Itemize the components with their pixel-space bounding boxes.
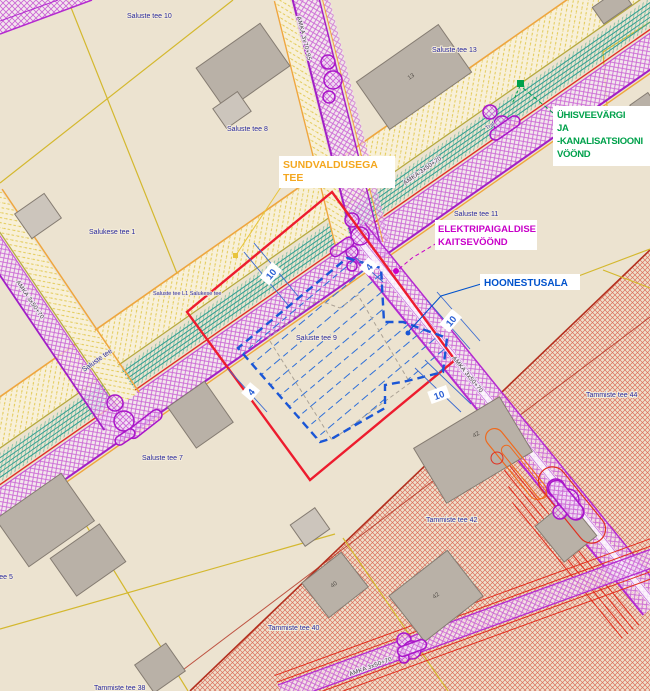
callout-line: -KANALISATSIOONI xyxy=(557,136,643,147)
callout-hoonestusala: HOONESTUSALA xyxy=(480,274,580,290)
parcel-label: Saluste tee 8 xyxy=(227,126,268,133)
callout-uvk-voond: ÜHISVEEVÄRGI JA -KANALISATSIOONI VÖÖND xyxy=(553,106,650,166)
parcel-label: Saluste tee 5 xyxy=(0,574,13,581)
callout-sundvaldusega-tee: SUNDVALDUSEGA TEE xyxy=(279,156,395,188)
callout-line: TEE xyxy=(283,172,303,184)
callout-line: SUNDVALDUSEGA xyxy=(283,159,378,171)
parcel-label: Saluste tee L1 Salukese tee xyxy=(153,291,222,297)
electric-point-marker xyxy=(393,268,399,274)
callout-line: HOONESTUSALA xyxy=(484,278,568,289)
parcel-label: Saluste tee 10 xyxy=(127,13,172,20)
callout-line: JA xyxy=(557,123,569,134)
parcel-label: Tammiste tee 44 xyxy=(586,392,637,399)
callout-elektripaigaldise-kaitsevoond: ELEKTRIPAIGALDISE KAITSEVÖÖND xyxy=(435,220,537,250)
water-point-marker xyxy=(517,80,524,87)
parcel-label: Salukese tee 1 xyxy=(89,229,135,236)
hoonestusala-point-marker xyxy=(406,331,411,336)
plan-map-canvas[interactable]: 13 42 40 42 xyxy=(0,0,650,691)
callout-line: ELEKTRIPAIGALDISE xyxy=(438,224,536,235)
parcel-label: Tammiste tee 38 xyxy=(94,685,145,691)
map-svg: 13 42 40 42 xyxy=(0,0,650,691)
callout-line: KAITSEVÖÖND xyxy=(438,237,508,248)
parcel-label: Saluste tee 11 xyxy=(454,211,498,218)
parcel-label: Saluste tee 7 xyxy=(142,455,183,462)
parcel-label: Tammiste tee 40 xyxy=(268,625,319,632)
callout-line: ÜHISVEEVÄRGI xyxy=(557,110,625,121)
parcel-label: Saluste tee 13 xyxy=(432,47,477,54)
parcel-label: Saluste tee 9 xyxy=(296,335,337,342)
callout-line: VÖÖND xyxy=(557,149,591,160)
parcel-label: Tammiste tee 42 xyxy=(426,517,477,524)
road-point-marker xyxy=(233,253,238,258)
